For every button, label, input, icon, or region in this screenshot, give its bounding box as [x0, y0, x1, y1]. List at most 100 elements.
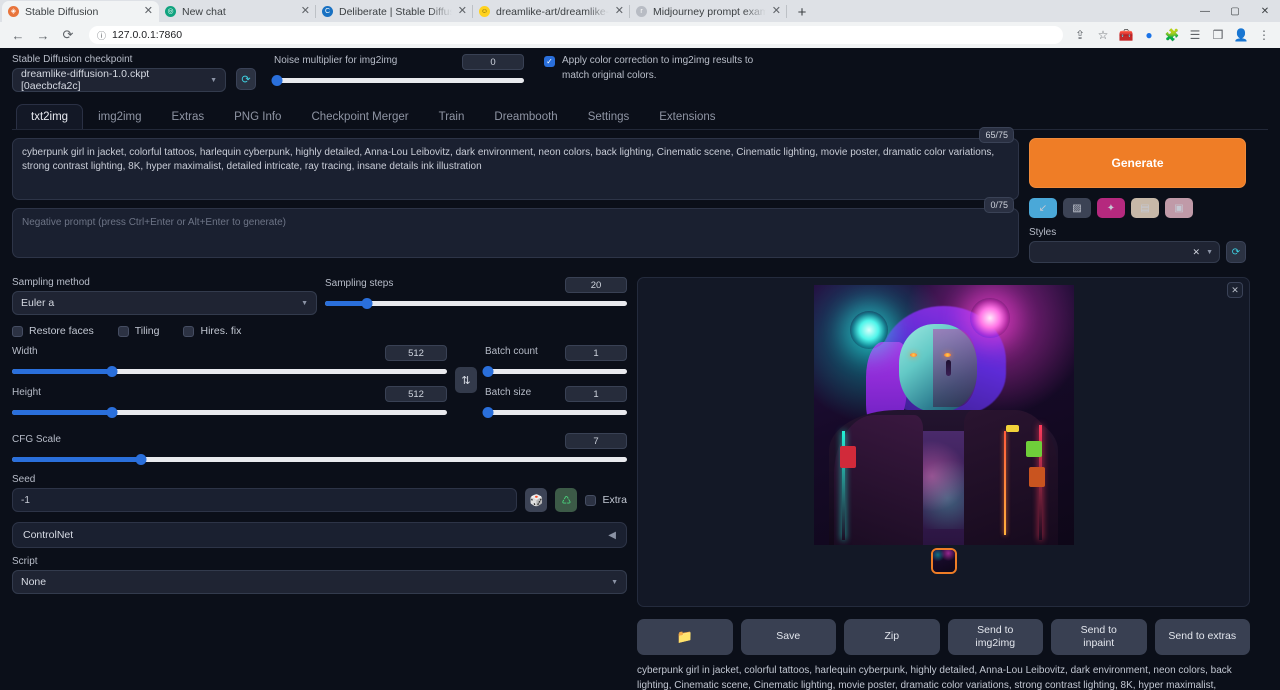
generate-button[interactable]: Generate: [1029, 138, 1246, 188]
cfg-scale-value[interactable]: 7: [565, 433, 627, 449]
tab-txt2img[interactable]: txt2img: [16, 104, 83, 129]
save-style-icon[interactable]: ▣: [1165, 198, 1193, 218]
positive-prompt-input[interactable]: 65/75 cyberpunk girl in jacket, colorful…: [12, 138, 1019, 200]
new-tab-button[interactable]: +: [791, 2, 813, 22]
bookmark-star-icon[interactable]: ☆: [1095, 27, 1111, 43]
tiling-checkbox[interactable]: Tiling: [118, 325, 160, 337]
refresh-checkpoints-button[interactable]: ⟳: [236, 68, 256, 90]
reuse-seed-button[interactable]: ♺: [555, 488, 577, 512]
width-slider[interactable]: [12, 369, 447, 374]
cfg-scale-slider[interactable]: [12, 457, 627, 462]
sampling-method-select[interactable]: Euler a ▼: [12, 291, 317, 315]
checkpoint-select[interactable]: dreamlike-diffusion-1.0.ckpt [0aecbcfa2c…: [12, 68, 226, 92]
browser-tab-3[interactable]: ☺ dreamlike-art/dreamlike-diffusio ✕: [473, 1, 630, 22]
extra-networks-icon[interactable]: ✦: [1097, 198, 1125, 218]
browser-tab-2[interactable]: C Deliberate | Stable Diffusion Che ✕: [316, 1, 473, 22]
controlnet-accordion[interactable]: ControlNet ◀: [12, 522, 627, 548]
toolbox-icon[interactable]: 🧰: [1118, 27, 1134, 43]
minimize-icon[interactable]: —: [1190, 0, 1220, 22]
batch-count-slider[interactable]: [485, 369, 627, 374]
batch-count-label: Batch count: [485, 346, 538, 357]
hires-fix-checkbox[interactable]: Hires. fix: [183, 325, 241, 337]
negative-prompt-input[interactable]: 0/75 Negative prompt (press Ctrl+Enter o…: [12, 208, 1019, 258]
styles-label: Styles: [1029, 227, 1246, 238]
main-content: Sampling method Euler a ▼ Sampling steps…: [12, 277, 1268, 690]
close-window-icon[interactable]: ✕: [1250, 0, 1280, 22]
forward-icon[interactable]: →: [33, 25, 53, 45]
close-icon[interactable]: ✕: [458, 6, 467, 17]
tab-img2img[interactable]: img2img: [83, 104, 156, 129]
color-correction-checkbox-group[interactable]: ✓ Apply color correction to img2img resu…: [544, 54, 774, 83]
cast-icon[interactable]: ☰: [1187, 27, 1203, 43]
clear-x-icon[interactable]: ✕: [1193, 247, 1201, 258]
slider-knob[interactable]: [482, 366, 493, 377]
paste-arrow-icon[interactable]: ↙: [1029, 198, 1057, 218]
maximize-icon[interactable]: ▢: [1220, 0, 1250, 22]
tab-png-info[interactable]: PNG Info: [219, 104, 296, 129]
top-settings-bar: Stable Diffusion checkpoint dreamlike-di…: [12, 54, 1268, 92]
height-slider[interactable]: [12, 410, 447, 415]
browser-tab-4[interactable]: r Midjourney prompt examples : L ✕: [630, 1, 787, 22]
address-bar[interactable]: ⓘ 127.0.0.1:7860: [89, 26, 1063, 44]
tab-settings[interactable]: Settings: [573, 104, 645, 129]
batch-size-slider[interactable]: [485, 410, 627, 415]
tab-extensions[interactable]: Extensions: [644, 104, 730, 129]
reload-icon[interactable]: ⟳: [58, 25, 78, 45]
seed-input[interactable]: -1: [12, 488, 517, 512]
batch-size-value[interactable]: 1: [565, 386, 627, 402]
browser-tab-title: New chat: [182, 6, 295, 18]
generated-image[interactable]: [814, 285, 1074, 545]
color-correction-checkbox[interactable]: ✓: [544, 56, 555, 67]
extra-seed-checkbox[interactable]: Extra: [585, 494, 627, 506]
slider-knob[interactable]: [482, 407, 493, 418]
script-select[interactable]: None ▼: [12, 570, 627, 594]
sampling-steps-slider[interactable]: [325, 301, 627, 306]
back-icon[interactable]: ←: [8, 25, 28, 45]
swap-dimensions-button[interactable]: ⇅: [455, 367, 477, 393]
send-to-img2img-button[interactable]: Send to img2img: [948, 619, 1044, 655]
sidepanel-icon[interactable]: ❒: [1210, 27, 1226, 43]
sync-circle-icon[interactable]: ●: [1141, 27, 1157, 43]
styles-select[interactable]: ✕ ▼: [1029, 241, 1220, 263]
zip-button[interactable]: Zip: [844, 619, 940, 655]
close-icon[interactable]: ✕: [772, 6, 781, 17]
apply-style-icon[interactable]: ▤: [1131, 198, 1159, 218]
menu-kebab-icon[interactable]: ⋮: [1256, 27, 1272, 43]
restore-faces-checkbox[interactable]: Restore faces: [12, 325, 94, 337]
tab-dreambooth[interactable]: Dreambooth: [479, 104, 572, 129]
cfg-scale-block: CFG Scale 7: [12, 433, 627, 462]
slider-knob[interactable]: [362, 298, 373, 309]
slider-knob[interactable]: [136, 454, 147, 465]
tiling-label: Tiling: [135, 325, 160, 337]
refresh-styles-button[interactable]: ⟳: [1226, 241, 1246, 263]
sampling-steps-value[interactable]: 20: [565, 277, 627, 293]
width-value[interactable]: 512: [385, 345, 447, 361]
tab-checkpoint-merger[interactable]: Checkpoint Merger: [296, 104, 423, 129]
close-icon[interactable]: ✕: [615, 6, 624, 17]
send-to-inpaint-label: Send to inpaint: [1081, 624, 1117, 650]
close-icon[interactable]: ✕: [301, 6, 310, 17]
close-icon[interactable]: ✕: [144, 6, 153, 17]
height-value[interactable]: 512: [385, 386, 447, 402]
extensions-puzzle-icon[interactable]: 🧩: [1164, 27, 1180, 43]
save-button[interactable]: Save: [741, 619, 837, 655]
slider-knob[interactable]: [107, 407, 118, 418]
restore-faces-label: Restore faces: [29, 325, 94, 337]
clear-trash-icon[interactable]: ▨: [1063, 198, 1091, 218]
tab-extras[interactable]: Extras: [157, 104, 220, 129]
random-seed-button[interactable]: 🎲: [525, 488, 547, 512]
open-folder-button[interactable]: 📁: [637, 619, 733, 655]
batch-count-value[interactable]: 1: [565, 345, 627, 361]
share-icon[interactable]: ⇪: [1072, 27, 1088, 43]
noise-multiplier-value[interactable]: 0: [462, 54, 524, 70]
browser-tab-1[interactable]: ◎ New chat ✕: [159, 1, 316, 22]
send-to-extras-button[interactable]: Send to extras: [1155, 619, 1251, 655]
slider-knob[interactable]: [271, 75, 282, 86]
browser-tab-0[interactable]: ◈ Stable Diffusion ✕: [2, 1, 159, 22]
slider-knob[interactable]: [107, 366, 118, 377]
send-to-inpaint-button[interactable]: Send to inpaint: [1051, 619, 1147, 655]
tab-train[interactable]: Train: [424, 104, 480, 129]
noise-multiplier-slider[interactable]: [274, 78, 524, 83]
result-thumbnail[interactable]: [931, 548, 957, 574]
profile-avatar-icon[interactable]: 👤: [1233, 27, 1249, 43]
